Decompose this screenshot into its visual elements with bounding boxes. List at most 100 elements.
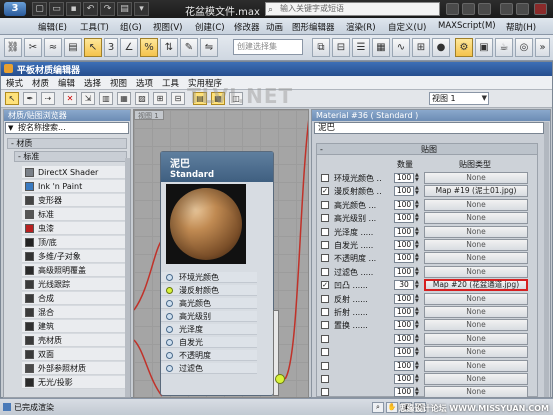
menu-view[interactable]: 视图(V) [153,21,182,33]
map-slot-button[interactable]: None [424,252,528,265]
map-enable-checkbox[interactable]: ✓ [321,281,329,290]
parameter-scrollbar[interactable] [544,122,549,397]
map-enable-checkbox[interactable] [321,227,329,236]
menu-group[interactable]: 组(G) [120,21,142,33]
browser-material-item[interactable]: 多维/子对象 [22,250,128,263]
node-slot[interactable]: 高光颜色 [161,298,257,309]
map-slot-button[interactable]: None [424,198,528,211]
open-file-icon[interactable]: ▭ [49,2,64,16]
browser-material-item[interactable]: Ink 'n Paint [22,180,128,193]
map-slot-button[interactable]: None [424,319,528,332]
close-icon[interactable] [534,3,547,15]
map-slot-button[interactable]: None [424,239,528,251]
map-slot-button[interactable]: None [424,332,528,345]
render-iterative-icon[interactable]: ◎ [515,38,533,57]
undo-icon[interactable]: ↶ [83,2,98,16]
amount-spinner-icon[interactable]: ▲ ▼ [415,280,420,290]
link-icon[interactable]: ⛓ [4,38,22,57]
map-slot-button[interactable]: None [424,386,528,397]
menu-maxscript[interactable]: MAXScript(M) [438,21,496,31]
menu-customize[interactable]: 自定义(U) [388,21,426,33]
amount-spinner-icon[interactable]: ▲ ▼ [415,333,420,344]
map-enable-checkbox[interactable] [321,388,329,397]
select-object-icon[interactable]: ↖ [84,38,102,57]
browser-search-input[interactable]: ▼ 按名称搜索... [5,122,129,134]
slot-port-icon[interactable] [166,300,173,307]
schematic-view-icon[interactable]: ⊞ [412,38,430,57]
maximize-icon[interactable] [516,3,529,15]
mirror-tool-icon[interactable]: ⧉ [312,38,330,57]
menu-create[interactable]: 创建(C) [195,21,225,33]
angle-snap-icon[interactable]: ∠ [120,38,138,57]
pan-icon[interactable]: ✋ [386,402,398,413]
align-icon[interactable]: ⊟ [332,38,350,57]
map-amount-field[interactable]: 100 [394,347,414,358]
map-enable-checkbox[interactable] [321,241,329,249]
map-slot-button[interactable]: Map #20 (花盆通道.jpg) [424,279,528,292]
editor-menu-select[interactable]: 选择 [84,77,101,89]
map-slot-button[interactable]: None [424,212,528,225]
edit-named-selection-icon[interactable]: ✎ [180,38,198,57]
map-slot-button[interactable]: None [424,225,528,238]
rendered-frame-icon[interactable]: ▣ [475,38,493,57]
menu-tools[interactable]: 工具(T) [80,21,109,33]
editor-menu-view[interactable]: 视图 [110,77,127,89]
project-folder-icon[interactable]: ▤ [117,2,132,16]
map-enable-checkbox[interactable] [321,174,329,182]
menu-rendering[interactable]: 渲染(R) [346,21,376,33]
node-slot[interactable]: 不透明度 [161,350,257,361]
map-amount-field[interactable]: 100 [394,213,414,224]
group-standard[interactable]: - 标准 [14,151,127,162]
map-slot-button[interactable]: None [424,373,528,385]
browser-material-item[interactable]: 虫漆 [22,222,128,235]
node-slot[interactable]: 过滤色 [161,363,257,374]
graphite-ribbon-icon[interactable]: ▦ [372,38,390,57]
save-file-icon[interactable]: ▪ [66,2,81,16]
material-editor-icon[interactable]: ● [432,38,450,57]
map-enable-checkbox[interactable]: ✓ [321,187,329,196]
map-enable-checkbox[interactable] [321,321,329,330]
amount-spinner-icon[interactable]: ▲ ▼ [415,360,420,371]
slot-port-icon[interactable] [166,352,173,359]
amount-spinner-icon[interactable]: ▲ ▼ [415,374,420,384]
group-materials[interactable]: - 材质 [7,138,127,149]
amount-spinner-icon[interactable]: ▲ ▼ [415,186,420,196]
eyedropper-icon[interactable]: ✒ [23,92,37,105]
named-selection-set-field[interactable]: 创建选择集 [233,39,303,55]
map-amount-field[interactable]: 100 [394,266,414,277]
output-port[interactable] [275,374,285,384]
map-amount-field[interactable]: 100 [394,374,414,384]
mirror-icon[interactable]: ⇋ [200,38,218,57]
map-amount-field[interactable]: 100 [394,360,414,371]
menu-help[interactable]: 帮助(H) [506,21,536,33]
map-enable-checkbox[interactable] [321,200,329,209]
dropdown-icon[interactable]: ▾ [134,2,149,16]
layout-all-icon[interactable]: ⊞ [153,92,167,105]
node-slot[interactable]: 自发光 [161,337,257,348]
delete-icon[interactable]: ✕ [63,92,77,105]
select-tool-icon[interactable]: ↖ [5,92,19,105]
node-slot[interactable]: 高光级别 [161,311,257,322]
amount-spinner-icon[interactable]: ▲ ▼ [415,253,420,263]
layout-children-icon[interactable]: ⊟ [171,92,185,105]
amount-spinner-icon[interactable]: ▲ ▼ [415,226,420,237]
map-enable-checkbox[interactable] [321,267,329,276]
node-slot[interactable]: 光泽度 [161,324,257,335]
browser-material-item[interactable]: 混合 [22,306,128,319]
menu-edit[interactable]: 编辑(E) [38,21,67,33]
map-enable-checkbox[interactable] [321,308,329,316]
map-amount-field[interactable]: 100 [394,253,414,264]
angle-snap-button[interactable]: 3 [104,38,118,57]
amount-spinner-icon[interactable]: ▲ ▼ [415,387,420,397]
map-slot-button[interactable]: None [424,306,528,318]
editor-menu-material[interactable]: 材质 [32,77,49,89]
slot-port-icon[interactable] [166,313,173,320]
map-amount-field[interactable]: 30 [394,280,414,291]
map-amount-field[interactable]: 100 [394,240,414,250]
map-amount-field[interactable]: 100 [394,199,414,210]
map-slot-button[interactable]: None [424,172,528,184]
node-slot[interactable]: 环境光颜色 [161,272,257,283]
map-enable-checkbox[interactable] [321,334,329,343]
map-slot-button[interactable]: None [424,292,528,305]
zoom-icon[interactable]: ⌕ [372,402,384,413]
